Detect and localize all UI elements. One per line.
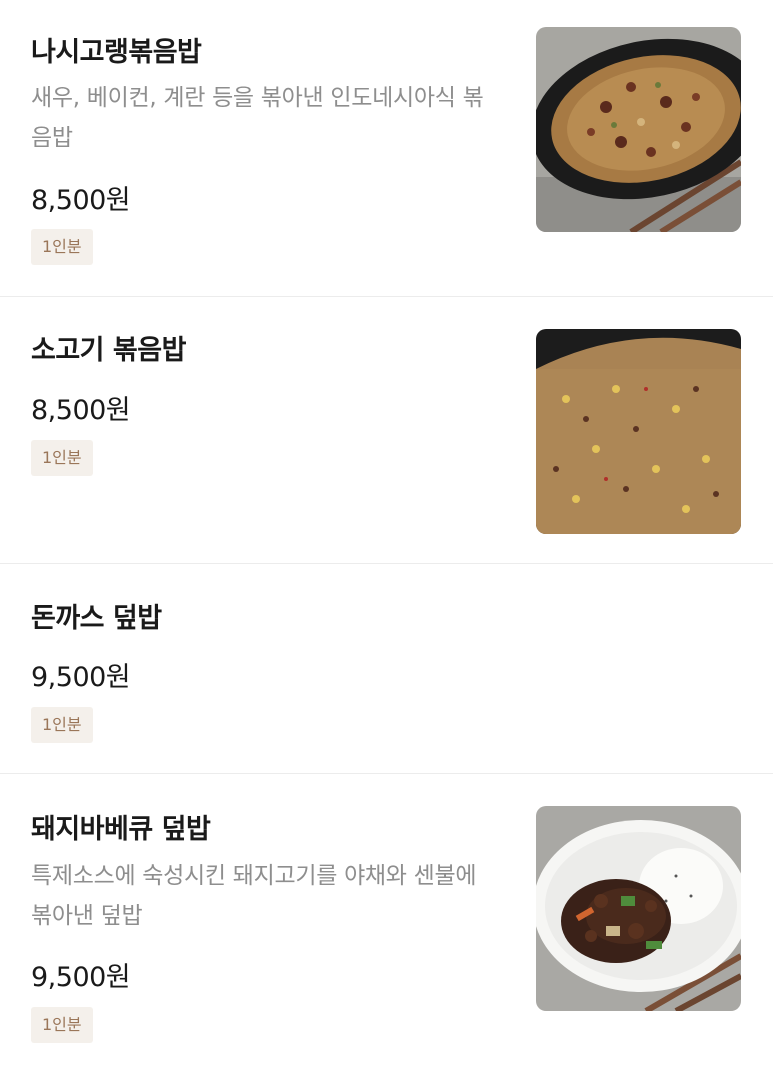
- menu-item-photo[interactable]: [536, 329, 741, 534]
- menu-item-photo[interactable]: [536, 27, 741, 232]
- serving-badge: 1인분: [31, 1007, 93, 1043]
- nasi-goreng-image: [536, 27, 741, 232]
- menu-item-photo[interactable]: [536, 806, 741, 1011]
- menu-list: 나시고랭볶음밥 새우, 베이컨, 계란 등을 볶아낸 인도네시아식 볶음밥 8,…: [0, 0, 773, 1068]
- menu-item[interactable]: 돈까스 덮밥 9,500원 1인분: [0, 564, 773, 774]
- menu-item-price: 9,500원: [31, 662, 131, 693]
- menu-item[interactable]: 소고기 볶음밥 8,500원 1인분: [0, 297, 773, 564]
- menu-item-name: 돼지바베큐 덮밥: [31, 814, 211, 845]
- menu-item-name: 돈까스 덮밥: [31, 603, 162, 634]
- pork-bbq-rice-bowl-image: [536, 806, 741, 1011]
- menu-item-price: 8,500원: [31, 185, 131, 216]
- menu-item-description: 특제소스에 숙성시킨 돼지고기를 야채와 센불에 볶아낸 덮밥: [31, 863, 477, 929]
- menu-item-name: 소고기 볶음밥: [31, 335, 186, 366]
- serving-badge: 1인분: [31, 440, 93, 476]
- menu-item-description: 새우, 베이컨, 계란 등을 볶아낸 인도네시아식 볶음밥: [31, 85, 484, 151]
- serving-badge: 1인분: [31, 707, 93, 743]
- menu-item-name: 나시고랭볶음밥: [31, 37, 202, 68]
- menu-item[interactable]: 나시고랭볶음밥 새우, 베이컨, 계란 등을 볶아낸 인도네시아식 볶음밥 8,…: [0, 0, 773, 297]
- beef-fried-rice-image: [536, 329, 741, 534]
- menu-item[interactable]: 돼지바베큐 덮밥 특제소스에 숙성시킨 돼지고기를 야채와 센불에 볶아낸 덮밥…: [0, 774, 773, 1068]
- serving-badge: 1인분: [31, 229, 93, 265]
- menu-item-price: 8,500원: [31, 395, 131, 426]
- menu-item-price: 9,500원: [31, 962, 131, 993]
